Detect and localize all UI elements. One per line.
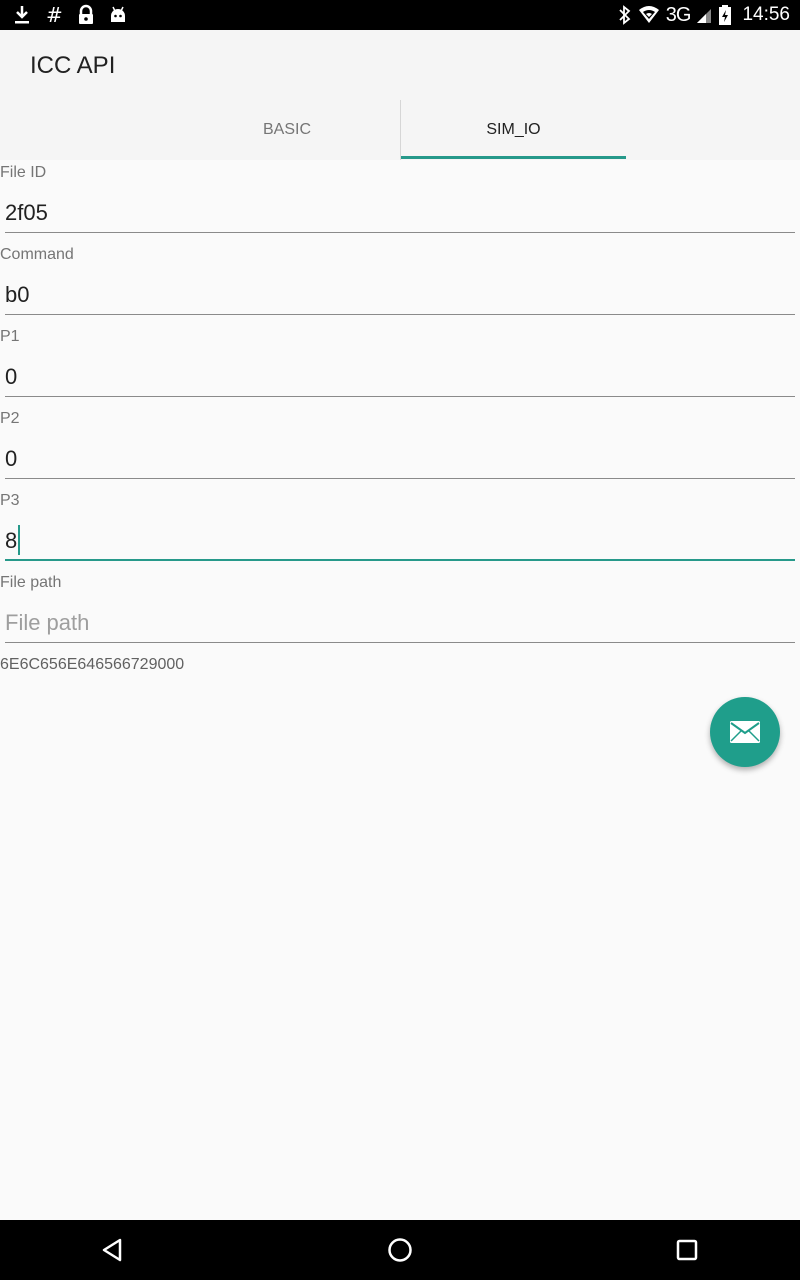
file-id-field: File ID 2f05 — [0, 160, 800, 242]
network-type-label: 3G — [665, 4, 692, 26]
p2-label: P2 — [0, 410, 20, 427]
p3-field: P3 8 — [0, 488, 800, 570]
wifi-icon — [638, 6, 659, 23]
send-fab-button[interactable] — [710, 697, 780, 767]
status-bar: # 3G 14:56 — [0, 0, 800, 30]
text-cursor — [18, 525, 21, 556]
tab-basic[interactable]: BASIC — [174, 100, 400, 160]
p1-field: P1 0 — [0, 324, 800, 406]
back-icon[interactable] — [98, 1235, 128, 1265]
p1-input[interactable]: 0 — [5, 357, 795, 397]
app-bar: ICC API — [0, 30, 800, 100]
download-icon — [15, 6, 29, 24]
command-input[interactable]: b0 — [5, 275, 795, 315]
android-icon — [110, 6, 125, 22]
clock: 14:56 — [742, 4, 790, 25]
p1-label: P1 — [0, 328, 20, 345]
lock-icon — [78, 4, 93, 24]
recents-icon[interactable] — [672, 1235, 702, 1265]
system-icons: 3G 14:56 — [618, 3, 790, 27]
notification-icons: # — [12, 3, 127, 27]
command-label: Command — [0, 246, 74, 263]
p3-label: P3 — [0, 492, 20, 509]
file-id-label: File ID — [0, 164, 47, 181]
p2-field: P2 0 — [0, 406, 800, 488]
p2-input[interactable]: 0 — [5, 439, 795, 479]
envelope-icon — [730, 721, 760, 743]
file-id-input[interactable]: 2f05 — [5, 193, 795, 233]
tab-sim-io[interactable]: SIM_IO — [400, 100, 626, 160]
signal-icon — [697, 9, 712, 23]
p3-value: 8 — [5, 528, 18, 553]
navigation-bar — [0, 1220, 800, 1280]
command-field: Command b0 — [0, 242, 800, 324]
file-path-field: File path File path — [0, 570, 800, 652]
home-icon[interactable] — [385, 1235, 415, 1265]
file-path-label: File path — [0, 574, 62, 591]
tab-indicator — [401, 156, 626, 159]
sim-io-form: File ID 2f05 Command b0 P1 0 P2 0 P3 8 F… — [0, 160, 800, 652]
bluetooth-icon — [619, 5, 631, 25]
file-path-input[interactable]: File path — [5, 603, 795, 643]
response-text: 6E6C656E646566729000 — [0, 656, 185, 673]
battery-icon — [719, 5, 732, 25]
app-title: ICC API — [30, 52, 116, 79]
p3-input[interactable]: 8 — [5, 521, 795, 561]
hash-icon: # — [46, 3, 63, 27]
tab-bar: BASIC SIM_IO — [0, 100, 800, 160]
